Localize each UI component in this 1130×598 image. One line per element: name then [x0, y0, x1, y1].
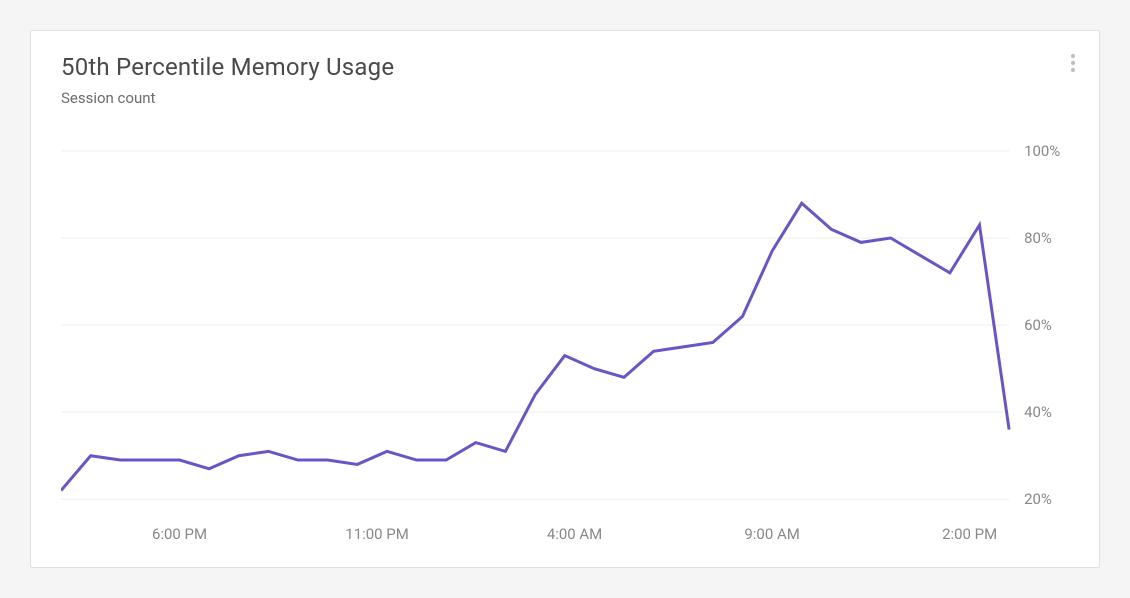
- x-axis-labels: 6:00 PM 11:00 PM 4:00 AM 9:00 AM 2:00 PM: [152, 525, 997, 543]
- svg-text:9:00 AM: 9:00 AM: [744, 525, 799, 543]
- y-axis-labels: 100% 80% 60% 40% 20%: [1024, 142, 1060, 508]
- gridlines: [61, 151, 1009, 499]
- svg-text:100%: 100%: [1024, 142, 1060, 160]
- svg-text:6:00 PM: 6:00 PM: [152, 525, 207, 543]
- svg-text:60%: 60%: [1024, 316, 1052, 334]
- more-menu-button[interactable]: [1061, 51, 1085, 75]
- svg-text:40%: 40%: [1024, 403, 1052, 421]
- chart-card: 50th Percentile Memory Usage Session cou…: [30, 30, 1100, 568]
- line-chart: 100% 80% 60% 40% 20% 6:00 PM 11:00 PM 4:00 AM 9…: [61, 141, 1069, 549]
- card-title: 50th Percentile Memory Usage: [61, 53, 1069, 81]
- series-line: [61, 203, 1009, 490]
- svg-text:80%: 80%: [1024, 229, 1052, 247]
- svg-text:11:00 PM: 11:00 PM: [345, 525, 408, 543]
- kebab-dot: [1071, 54, 1075, 58]
- kebab-dot: [1071, 68, 1075, 72]
- svg-text:2:00 PM: 2:00 PM: [942, 525, 997, 543]
- chart-plot-area: 100% 80% 60% 40% 20% 6:00 PM 11:00 PM 4:00 AM 9…: [61, 141, 1069, 549]
- svg-text:4:00 AM: 4:00 AM: [547, 525, 602, 543]
- kebab-dot: [1071, 61, 1075, 65]
- svg-text:20%: 20%: [1024, 490, 1052, 508]
- card-subtitle: Session count: [61, 89, 1069, 107]
